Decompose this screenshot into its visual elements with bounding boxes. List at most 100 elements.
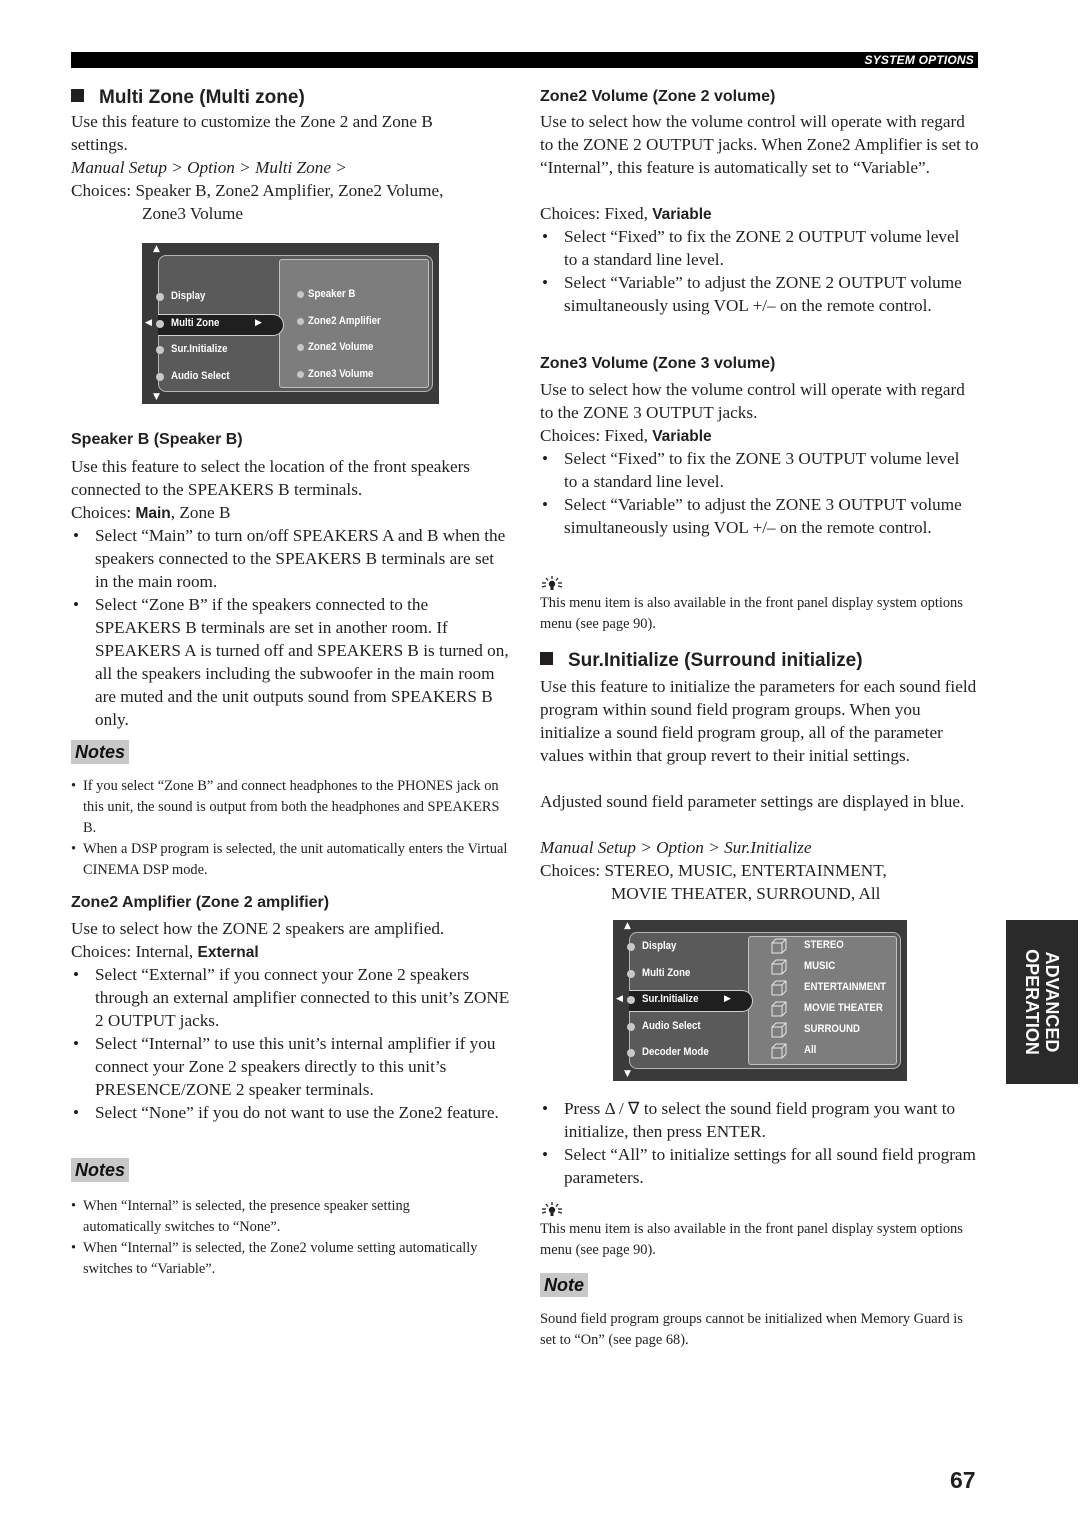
bullet-item: Select “Variable” to adjust the ZONE 2 O… [540, 271, 970, 317]
section-label: SYSTEM OPTIONS [864, 53, 974, 67]
note-item: When “Internal” is selected, the presenc… [71, 1196, 481, 1238]
menu-bullet-icon [156, 372, 164, 381]
lightbulb-tip-icon [541, 576, 563, 590]
note-label: Note [540, 1273, 588, 1297]
choices-prefix: Choices: Fixed, [540, 204, 653, 223]
submenu-item-zone2-amplifier: Zone2 Amplifier [308, 314, 381, 327]
chapter-side-tab: ADVANCED OPERATION [1006, 920, 1078, 1084]
menu-bullet-icon [156, 319, 164, 328]
menu-item-audio-select: Audio Select [171, 369, 230, 382]
zone2-amp-heading: Zone2 Amplifier (Zone 2 amplifier) [71, 894, 330, 911]
menu-item-multi-zone: Multi Zone [642, 966, 691, 979]
bullet-item: Select “None” if you do not want to use … [71, 1101, 511, 1124]
program-cube-icon [771, 938, 787, 954]
submenu-bullet-icon [297, 317, 304, 325]
submenu-item-all: All [804, 1044, 817, 1056]
multi-zone-choices-line-2: Zone3 Volume [142, 204, 244, 223]
menu-item-sur-initialize: Sur.Initialize [642, 993, 699, 1005]
menu-bullet-icon [627, 996, 635, 1004]
speaker-b-notes-tag: Notes [71, 740, 130, 764]
sur-init-menu-path: Manual Setup > Option > Sur.Initialize [540, 838, 812, 857]
osd-menu-sur-initialize: ▲ ▼ Display Multi Zone ◀ ▶ Sur.Initialize Audio… [613, 920, 907, 1081]
zone3-vol-choices: Choices: Fixed, Variable [540, 424, 712, 448]
left-arrow-icon: ◀ [616, 994, 623, 1004]
right-arrow-icon: ▶ [724, 994, 731, 1004]
program-cube-icon [771, 959, 787, 975]
menu-bullet-icon [627, 969, 635, 978]
multi-zone-heading: Multi Zone (Multi zone) [71, 86, 305, 110]
program-cube-icon [771, 980, 787, 996]
zone2-vol-bullets: Select “Fixed” to fix the ZONE 2 OUTPUT … [540, 225, 970, 317]
left-arrow-icon: ◀ [145, 317, 152, 328]
bullet-item: Select “Fixed” to fix the ZONE 3 OUTPUT … [540, 447, 970, 493]
chapter-tab-line-2: OPERATION [1022, 949, 1042, 1055]
menu-item-display: Display [171, 290, 206, 302]
zone2-amp-notes: When “Internal” is selected, the presenc… [71, 1196, 481, 1280]
zone2-amp-intro: Use to select how the ZONE 2 speakers ar… [71, 919, 445, 938]
right-arrow-icon: ▶ [255, 317, 262, 328]
scroll-up-icon: ▲ [624, 921, 631, 931]
submenu-item-speaker-b: Speaker B [308, 288, 356, 300]
bullet-item: Select “Fixed” to fix the ZONE 2 OUTPUT … [540, 225, 970, 271]
note-item: When a DSP program is selected, the unit… [71, 839, 516, 881]
choices-default: Variable [652, 428, 712, 445]
submenu-item-entertainment: ENTERTAINMENT [804, 981, 887, 993]
sur-init-note-tag: Note [540, 1273, 588, 1297]
scroll-down-icon: ▼ [153, 392, 160, 402]
multi-zone-intro: Use this feature to customize the Zone 2… [71, 112, 433, 154]
lightbulb-tip-icon [541, 1202, 563, 1216]
menu-item-audio-select: Audio Select [642, 1019, 701, 1032]
square-bullet-icon [71, 89, 84, 102]
menu-item-display: Display [642, 940, 677, 952]
chapter-tab-label: ADVANCED OPERATION [1022, 949, 1062, 1055]
speaker-b-intro: Use this feature to select the location … [71, 457, 470, 499]
choices-default: Variable [652, 206, 712, 223]
bullet-item: Select “Zone B” if the speakers connecte… [71, 593, 511, 731]
notes-label: Notes [71, 740, 130, 764]
sur-init-choices-line-2: MOVIE THEATER, SURROUND, All [611, 884, 881, 903]
multi-zone-title: Multi Zone (Multi zone) [99, 87, 305, 108]
chapter-tab-line-1: ADVANCED [1042, 951, 1062, 1053]
zone3-vol-bullets: Select “Fixed” to fix the ZONE 3 OUTPUT … [540, 447, 970, 539]
choices-default: External [197, 944, 259, 961]
bullet-item: Select “Main” to turn on/off SPEAKERS A … [71, 524, 511, 593]
menu-bullet-icon [156, 346, 164, 354]
submenu-item-movie-theater: MOVIE THEATER [804, 1002, 883, 1014]
submenu-item-surround: SURROUND [804, 1023, 860, 1035]
submenu-item-zone2-volume: Zone2 Volume [308, 341, 374, 353]
sur-init-intro-1: Use this feature to initialize the param… [540, 677, 977, 765]
choices-prefix: Choices: [71, 503, 136, 522]
sur-init-intro-2: Adjusted sound field parameter settings … [540, 792, 965, 811]
notes-label: Notes [71, 1158, 130, 1182]
choices-prefix: Choices: Fixed, [540, 426, 653, 445]
choices-default: Main [135, 505, 171, 522]
menu-bullet-icon [627, 943, 635, 951]
speaker-b-bullets: Select “Main” to turn on/off SPEAKERS A … [71, 524, 511, 731]
zone2-vol-heading: Zone2 Volume (Zone 2 volume) [540, 88, 776, 105]
square-bullet-icon [540, 652, 553, 665]
speaker-b-notes: If you select “Zone B” and connect headp… [71, 776, 516, 881]
sur-init-title: Sur.Initialize (Surround initialize) [568, 650, 863, 671]
choices-label: Choices: [71, 181, 132, 200]
sur-init-choices: Choices: STEREO, MUSIC, ENTERTAINMENT, [540, 859, 887, 882]
page-number: 67 [950, 1467, 976, 1493]
menu-item-multi-zone: Multi Zone [171, 316, 220, 329]
zone2-amp-bullets: Select “External” if you connect your Zo… [71, 963, 511, 1124]
bullet-item: Select “Variable” to adjust the ZONE 3 O… [540, 493, 970, 539]
submenu-bullet-icon [297, 344, 304, 351]
bullet-item: Select “Internal” to use this unit’s int… [71, 1032, 511, 1101]
menu-item-sur-initialize: Sur.Initialize [171, 343, 228, 355]
note-item: If you select “Zone B” and connect headp… [71, 776, 516, 839]
menu-bullet-icon [627, 1022, 635, 1031]
bullet-item: Select “All” to initialize settings for … [540, 1143, 980, 1189]
sur-init-tip-text: This menu item is also available in the … [540, 1221, 963, 1258]
sur-init-note-text: Sound field program groups cannot be ini… [540, 1311, 963, 1348]
submenu-item-music: MUSIC [804, 960, 836, 972]
zone3-vol-intro: Use to select how the volume control wil… [540, 380, 965, 422]
bullet-item: Press Δ / ∇ to select the sound field pr… [540, 1097, 980, 1143]
zone2-vol-choices: Choices: Fixed, Variable [540, 202, 712, 226]
choices-label: Choices: [540, 861, 601, 880]
choices-rest: , Zone B [170, 503, 231, 522]
sur-init-heading: Sur.Initialize (Surround initialize) [540, 649, 863, 673]
submenu-bullet-icon [297, 291, 304, 298]
